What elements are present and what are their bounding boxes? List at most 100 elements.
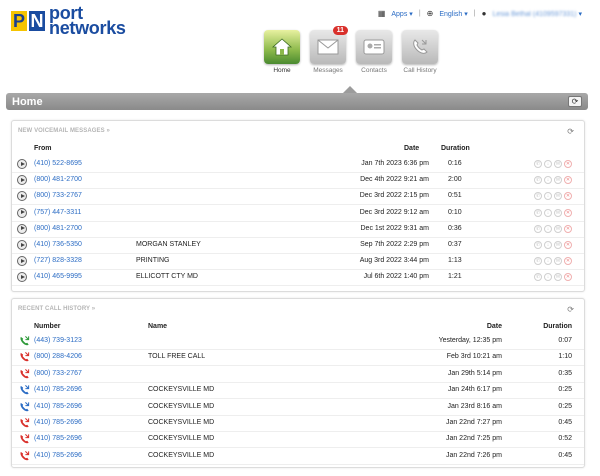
email-icon[interactable]: ✉ [554,192,562,201]
port-networks-logo[interactable]: P N port networks [11,4,126,37]
voicemail-row[interactable]: (800) 481-2700 Dec 4th 2022 9:21 am 2:00 ✆ ↓… [12,173,584,190]
page-refresh-button[interactable]: ⟳ [568,96,582,107]
refresh-icon[interactable]: ⟳ [567,305,574,314]
play-icon[interactable] [17,191,27,202]
call-back-icon[interactable]: ✆ [534,273,542,282]
delete-icon[interactable]: ✕ [564,176,572,185]
call-back-icon[interactable]: ✆ [534,241,542,249]
globe-icon: ⊕ [426,9,434,18]
nav-messages[interactable]: 11 Messages [308,26,348,74]
call-history-row[interactable]: (410) 785-2696 COCKEYSVILLE MD Jan 22nd 7:… [12,432,584,449]
download-icon[interactable]: ↓ [544,257,552,266]
delete-icon[interactable]: ✕ [564,208,572,217]
delete-icon[interactable]: ✕ [564,160,572,168]
voicemail-caller-name: ELLICOTT CTY MD [136,273,198,281]
call-number[interactable]: (800) 288-4206 [34,353,82,360]
language-menu[interactable]: English ▾ [439,10,467,18]
call-number[interactable]: (410) 785-2696 [34,435,82,442]
voicemail-from-number[interactable]: (727) 828-3328 [34,257,82,264]
download-icon[interactable]: ↓ [544,192,552,201]
play-icon[interactable] [17,240,27,250]
voicemail-from-number[interactable]: (800) 481-2700 [34,176,82,183]
call-back-icon[interactable]: ✆ [534,257,542,266]
play-icon[interactable] [17,272,27,283]
email-icon[interactable]: ✉ [554,176,562,185]
call-history-row[interactable]: (443) 739-3123 Yesterday, 12:35 pm 0:07 [12,334,584,350]
call-number[interactable]: (410) 785-2696 [34,386,82,393]
voicemail-caller-name: PRINTING [136,257,170,265]
call-date: Feb 3rd 10:21 am [446,353,502,361]
refresh-icon[interactable]: ⟳ [567,127,574,136]
voicemail-caller-name: MORGAN STANLEY [136,241,201,248]
download-icon[interactable]: ↓ [544,176,552,185]
main-nav: Home 11 Messages Contacts Call History [262,26,440,74]
nav-home[interactable]: Home [262,30,302,74]
voicemail-from-number[interactable]: (410) 465-9995 [34,273,82,280]
delete-icon[interactable]: ✕ [564,192,572,201]
voicemail-duration: 0:37 [448,241,462,248]
voicemail-from-number[interactable]: (800) 481-2700 [34,225,82,232]
voicemail-from-number[interactable]: (800) 733-2767 [34,192,82,199]
nav-contacts[interactable]: Contacts [354,30,394,74]
call-duration: 1:10 [558,353,572,361]
delete-icon[interactable]: ✕ [564,273,572,282]
user-icon: ● [481,9,487,18]
voicemail-row[interactable]: (800) 733-2767 Dec 3rd 2022 2:15 pm 0:51 ✆ ↓… [12,189,584,206]
call-back-icon[interactable]: ✆ [534,176,542,185]
email-icon[interactable]: ✉ [554,273,562,282]
apps-menu-label: Apps [391,10,408,18]
voicemail-row[interactable]: (800) 481-2700 Dec 1st 2022 9:31 am 0:36 ✆ ↓… [12,222,584,238]
col-header-duration: Duration [441,145,470,152]
call-number[interactable]: (443) 739-3123 [34,337,82,344]
call-history-row[interactable]: (410) 785-2696 COCKEYSVILLE MD Jan 22nd 7:… [12,416,584,432]
user-menu[interactable]: Lesia Bethal (4109597331) ▾ [492,10,582,18]
play-icon[interactable] [17,175,27,186]
play-icon[interactable] [17,159,27,169]
email-icon[interactable]: ✉ [554,241,562,249]
play-icon[interactable] [17,256,27,267]
delete-icon[interactable]: ✕ [564,241,572,249]
play-icon[interactable] [17,223,27,234]
call-history-row[interactable]: (410) 785-2696 COCKEYSVILLE MD Jan 24th 6:… [12,383,584,400]
call-history-row[interactable]: (410) 785-2696 COCKEYSVILLE MD Jan 23rd 8:… [12,400,584,416]
call-history-row[interactable]: (410) 785-2696 COCKEYSVILLE MD Jan 22nd 7:… [12,449,584,465]
call-back-icon[interactable]: ✆ [534,224,542,233]
download-icon[interactable]: ↓ [544,160,552,168]
email-icon[interactable]: ✉ [554,257,562,266]
email-icon[interactable]: ✉ [554,160,562,168]
download-icon[interactable]: ↓ [544,241,552,249]
voicemail-from-number[interactable]: (410) 736-5350 [34,241,82,248]
call-history-row[interactable]: (800) 288-4206 TOLL FREE CALL Feb 3rd 10:2… [12,350,584,367]
voicemail-row[interactable]: (410) 465-9995 ELLICOTT CTY MD Jul 6th 202… [12,270,584,287]
call-history-panel-title[interactable]: RECENT CALL HISTORY » [18,306,95,312]
download-icon[interactable]: ↓ [544,208,552,217]
delete-icon[interactable]: ✕ [564,224,572,233]
call-number[interactable]: (410) 785-2696 [34,419,82,426]
voicemail-panel-title[interactable]: NEW VOICEMAIL MESSAGES » [18,128,110,134]
voicemail-from-number[interactable]: (410) 522-8695 [34,160,82,167]
download-icon[interactable]: ↓ [544,224,552,233]
call-back-icon[interactable]: ✆ [534,192,542,201]
missed-call-icon [20,450,30,461]
nav-call-history[interactable]: Call History [400,30,440,74]
voicemail-date: Dec 4th 2022 9:21 am [360,176,429,184]
call-number[interactable]: (410) 785-2696 [34,403,82,410]
download-icon[interactable]: ↓ [544,273,552,282]
apps-menu[interactable]: Apps ▾ [391,10,412,18]
voicemail-row[interactable]: (410) 522-8695 Jan 7th 2023 6:36 pm 0:16 ✆ ↓… [12,157,584,173]
voicemail-row[interactable]: (410) 736-5350 MORGAN STANLEY Sep 7th 2022… [12,238,584,254]
email-icon[interactable]: ✉ [554,208,562,217]
call-back-icon[interactable]: ✆ [534,208,542,217]
voicemail-from-number[interactable]: (757) 447-3311 [34,209,81,216]
voicemail-row[interactable]: (757) 447-3311 Dec 3rd 2022 9:12 am 0:10 ✆ ↓… [12,206,584,222]
voicemail-date: Dec 3rd 2022 9:12 am [359,208,429,216]
call-history-row[interactable]: (800) 733-2767 Jan 29th 5:14 pm 0:35 [12,367,584,383]
call-number[interactable]: (410) 785-2696 [34,452,82,459]
call-date: Jan 23rd 8:16 am [447,402,502,410]
call-number[interactable]: (800) 733-2767 [34,370,82,377]
call-back-icon[interactable]: ✆ [534,160,542,168]
voicemail-row[interactable]: (727) 828-3328 PRINTING Aug 3rd 2022 3:44 … [12,254,584,271]
delete-icon[interactable]: ✕ [564,257,572,266]
play-icon[interactable] [17,207,27,218]
email-icon[interactable]: ✉ [554,224,562,233]
